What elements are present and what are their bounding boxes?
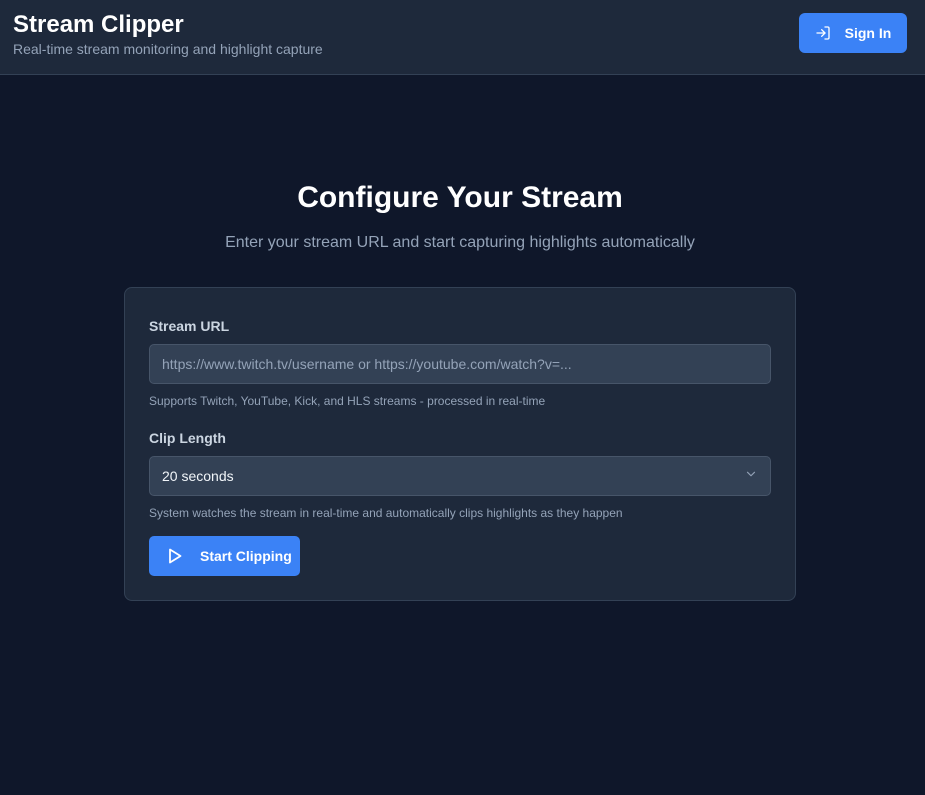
clip-length-value: 20 seconds [162,468,234,484]
log-in-icon [815,25,831,41]
page-subtitle: Enter your stream URL and start capturin… [225,234,695,251]
sign-in-label: Sign In [844,25,892,41]
start-clipping-button[interactable]: Start Clipping [149,536,300,576]
chevron-down-icon [744,467,758,486]
app-subtitle: Real-time stream monitoring and highligh… [13,41,323,57]
start-clipping-label: Start Clipping [200,548,292,564]
page-title: Configure Your Stream [297,181,623,214]
play-icon [168,548,182,564]
app-header: Stream Clipper Real-time stream monitori… [0,0,925,75]
stream-config-card: Stream URL Supports Twitch, YouTube, Kic… [124,287,796,601]
clip-length-label: Clip Length [149,430,226,446]
stream-url-help: Supports Twitch, YouTube, Kick, and HLS … [149,394,546,408]
sign-in-button[interactable]: Sign In [799,13,907,53]
stream-url-input[interactable] [149,344,771,384]
stream-url-label: Stream URL [149,318,230,334]
clip-length-select[interactable]: 20 seconds [149,456,771,496]
app-title: Stream Clipper [13,11,184,38]
clip-length-help: System watches the stream in real-time a… [149,506,623,520]
